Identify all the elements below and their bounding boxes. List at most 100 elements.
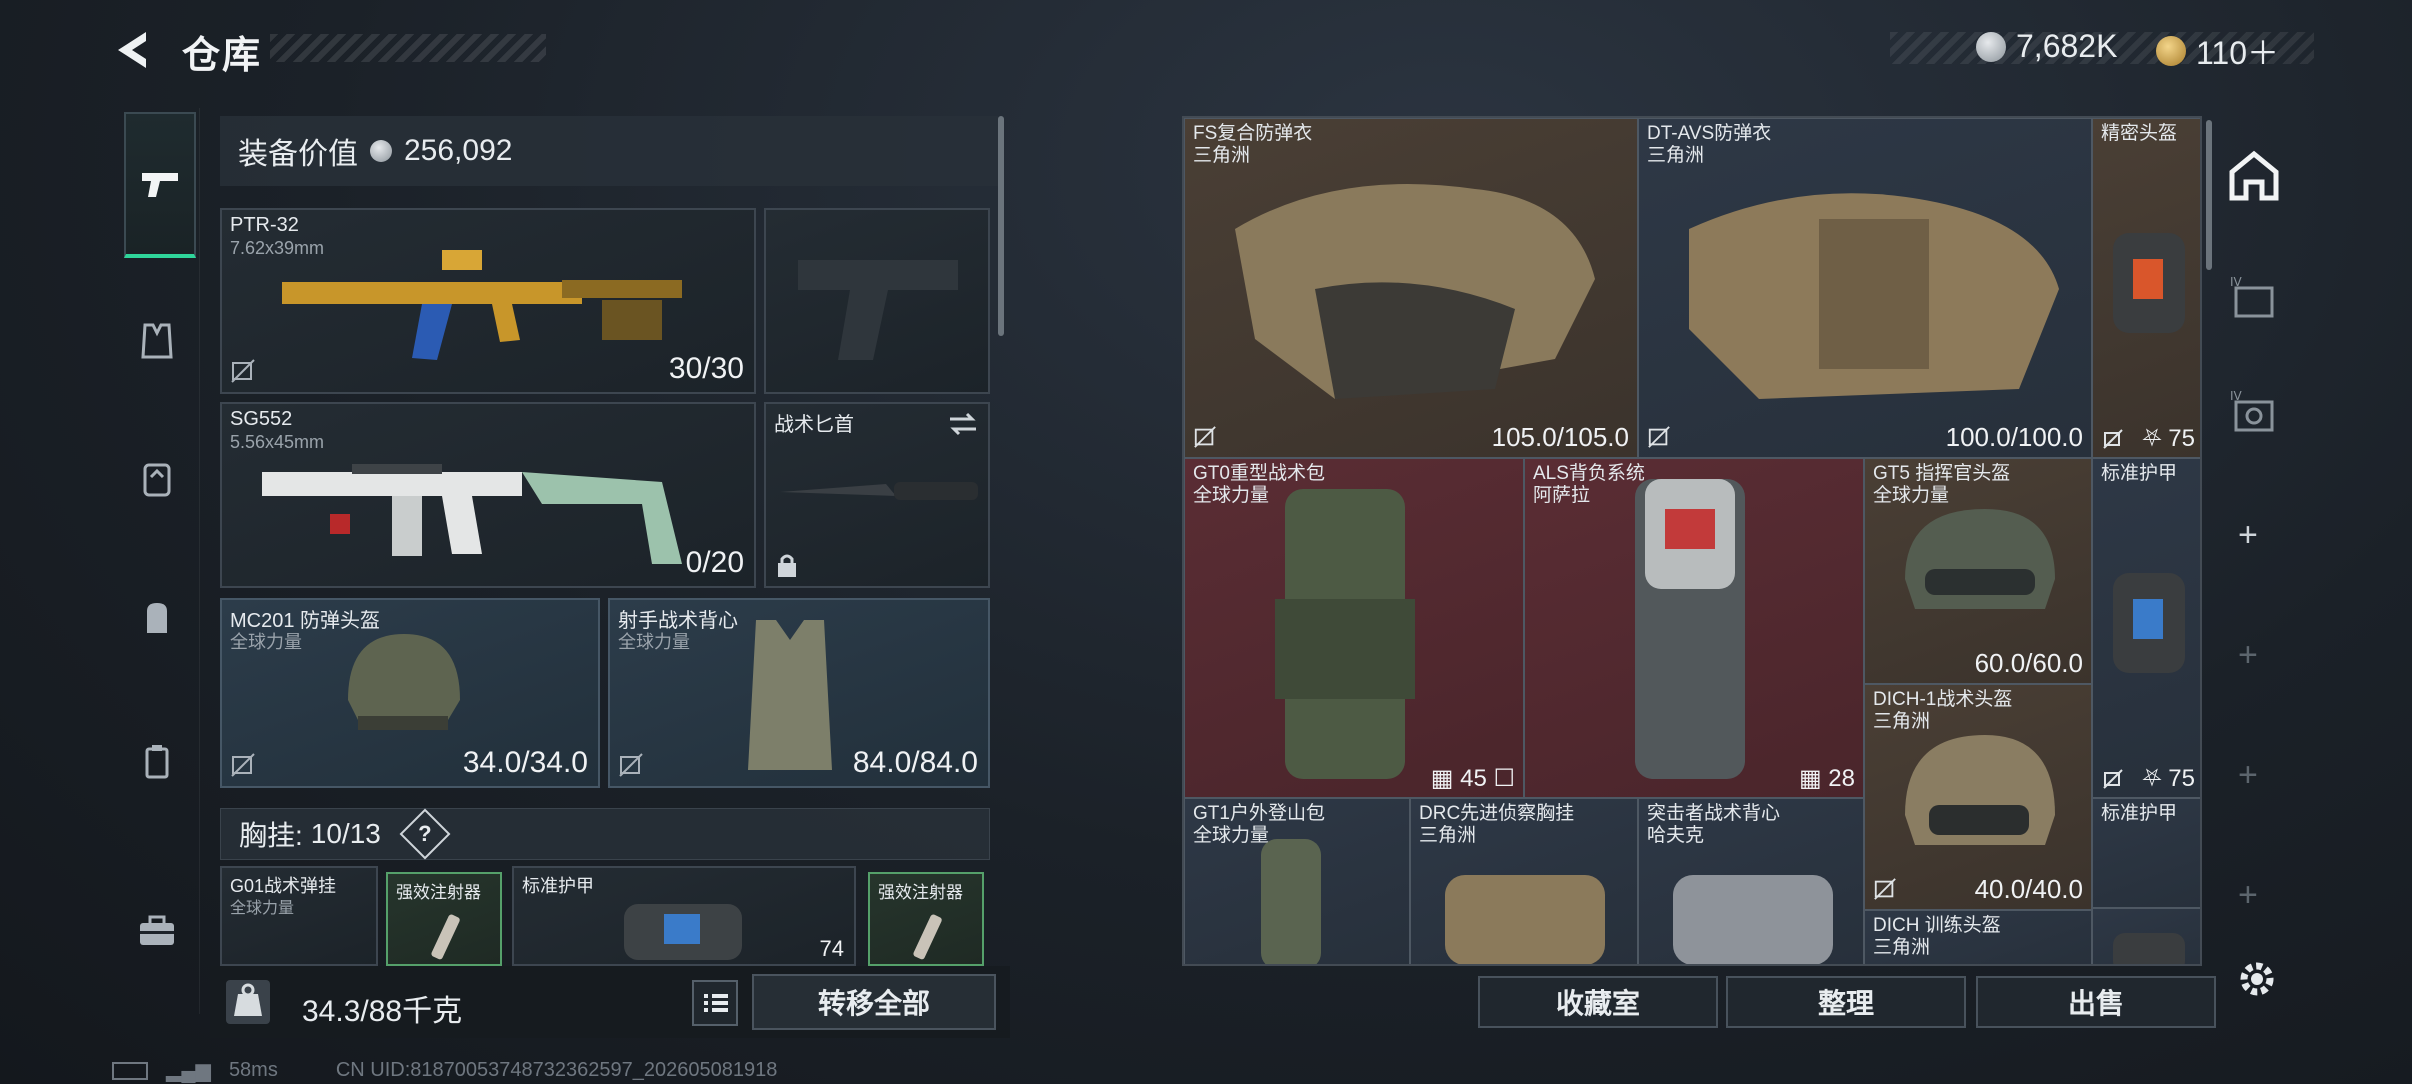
no-insure-icon xyxy=(2103,429,2123,449)
rig-item-name: 强效注射器 xyxy=(878,883,963,902)
equipment-value-bar: 装备价值 256,092 xyxy=(220,116,998,186)
silver-currency[interactable]: 7,682K xyxy=(1976,28,2117,65)
back-button[interactable] xyxy=(112,28,156,72)
rig-item[interactable]: G01战术弹挂 全球力量 xyxy=(220,866,378,966)
grid-item[interactable]: 精密头盔 ⛧ 75 xyxy=(2092,118,2200,458)
item-name: DICH 训练头盔 三角洲 xyxy=(1873,915,2001,958)
sell-button[interactable]: 出售 xyxy=(1976,976,2216,1028)
armor-image xyxy=(1689,193,2059,399)
storage-tabs: IV IV + + + + xyxy=(2212,116,2296,966)
status-bar: ▂▄▆ 58ms CN UID:81870053748732362597_202… xyxy=(112,1058,777,1083)
nav-rig[interactable] xyxy=(124,446,190,512)
armor-slot[interactable]: 射手战术背心 全球力量 84.0/84.0 xyxy=(608,598,990,788)
grid-item[interactable]: 标准护甲 ⛧ 75 xyxy=(2092,458,2200,798)
helmet-image xyxy=(1905,509,2055,609)
pistol-icon xyxy=(142,173,178,197)
signal-icon: ▂▄▆ xyxy=(166,1060,211,1082)
armor-image xyxy=(1235,184,1595,399)
no-insure-icon xyxy=(1648,426,1670,448)
helmet-slot[interactable]: MC201 防弹头盔 全球力量 34.0/34.0 xyxy=(220,598,600,788)
toolbox-icon xyxy=(140,915,174,945)
item-durability: 40.0/40.0 xyxy=(1974,874,2083,904)
helmet-faction: 全球力量 xyxy=(230,632,302,652)
warehouse-icon xyxy=(2229,150,2279,201)
shield-icon: ⛧ xyxy=(2142,765,2162,792)
gold-currency[interactable]: 110＋ xyxy=(2156,28,2279,74)
ping-text: 58ms xyxy=(228,1059,278,1081)
item-armor-level: ⛧ 75 xyxy=(2142,765,2195,792)
grid-item[interactable]: FS复合防弹衣 三角洲 105.0/105.0 xyxy=(1184,118,1638,458)
add-tab-icon[interactable]: + xyxy=(2238,516,2258,555)
grid-item[interactable]: DICH 训练头盔 三角洲 xyxy=(1864,910,2092,964)
weight-small-icon: ▦ xyxy=(1798,765,1822,792)
storage-box-icon: IV xyxy=(2230,389,2274,432)
no-insure-icon xyxy=(1194,426,1216,448)
grid-item[interactable]: DICH-1战术头盔 三角洲 40.0/40.0 xyxy=(1864,684,2092,910)
help-button[interactable]: ? xyxy=(399,808,451,860)
add-tab-icon[interactable]: + xyxy=(2238,876,2258,915)
title-decoration xyxy=(270,34,546,62)
battery-icon xyxy=(112,1061,148,1080)
shield-icon: ⛧ xyxy=(2142,425,2162,452)
page-title: 仓库 xyxy=(182,35,263,77)
item-durability: 105.0/105.0 xyxy=(1491,422,1629,452)
grid-item[interactable]: 突击者战术背心 哈夫克 xyxy=(1638,798,1864,964)
svg-text:IV: IV xyxy=(2230,275,2243,289)
pistol-slot[interactable] xyxy=(764,208,990,394)
storage-grid: FS复合防弹衣 三角洲 105.0/105.0 DT-AVS防弹衣 三角洲 100.… xyxy=(1182,116,2202,966)
list-view-button[interactable] xyxy=(692,980,738,1026)
swap-icon[interactable] xyxy=(948,412,978,436)
rig-item-name: 标准护甲 xyxy=(522,876,594,896)
transfer-all-button[interactable]: 转移全部 xyxy=(752,974,996,1030)
chest-rig-label: 胸挂: xyxy=(239,820,303,851)
armor-durability: 84.0/84.0 xyxy=(852,746,978,779)
grid-item[interactable]: DRC先进侦察胸挂 三角洲 xyxy=(1410,798,1638,964)
gear-icon xyxy=(2240,962,2274,996)
add-tab-icon[interactable]: + xyxy=(2238,636,2258,675)
grid-item[interactable]: GT0重型战术包 全球力量 ▦ 45 ☐ xyxy=(1184,458,1524,798)
item-name: 突击者战术背心 哈夫克 xyxy=(1647,803,1781,846)
uid-text: CN UID:81870053748732362597_202605081918 xyxy=(335,1059,778,1081)
loadout-scrollbar[interactable] xyxy=(998,116,1004,336)
collection-button[interactable]: 收藏室 xyxy=(1478,976,1718,1028)
equip-value: 256,092 xyxy=(404,134,513,167)
rig-icon xyxy=(143,463,171,497)
grid-item[interactable]: DT-AVS防弹衣 三角洲 100.0/100.0 xyxy=(1638,118,2092,458)
item-name: 标准护甲 xyxy=(2101,463,2178,484)
nav-case[interactable] xyxy=(124,728,190,794)
ammo-count: 30/30 xyxy=(668,352,744,385)
settings-button[interactable] xyxy=(2234,956,2280,1002)
grid-item[interactable]: GT5 指挥官头盔 全球力量 60.0/60.0 xyxy=(1864,458,2092,684)
melee-slot[interactable]: 战术匕首 xyxy=(764,402,990,588)
grid-item[interactable]: 标准护甲 xyxy=(2092,798,2200,908)
backpack-image xyxy=(1261,839,1321,964)
rifle-image xyxy=(282,250,682,360)
rifle-image xyxy=(262,464,682,564)
nav-backpack[interactable] xyxy=(124,584,190,650)
rig-item-name: 强效注射器 xyxy=(396,883,481,902)
nav-toolbox[interactable] xyxy=(124,898,190,964)
secondary-weapon-slot[interactable]: SG552 5.56x45mm 0/20 xyxy=(220,402,756,588)
tab-storage-2[interactable]: IV xyxy=(2226,272,2282,322)
melee-name: 战术匕首 xyxy=(774,414,854,436)
nav-armor[interactable] xyxy=(124,308,190,374)
grid-item[interactable]: GT1户外登山包 全球力量 xyxy=(1184,798,1410,964)
grid-item[interactable] xyxy=(2092,908,2200,964)
sort-button[interactable]: 整理 xyxy=(1726,976,1966,1028)
help-icon: ? xyxy=(418,820,432,846)
add-tab-icon[interactable]: + xyxy=(2238,756,2258,795)
rig-item[interactable]: 强效注射器 xyxy=(386,872,502,966)
rig-item[interactable]: 强效注射器 xyxy=(868,872,984,966)
silver-coin-icon xyxy=(370,140,392,162)
primary-weapon-slot[interactable]: PTR-32 7.62x39mm 30/30 xyxy=(220,208,756,394)
vest-icon xyxy=(141,323,173,359)
tab-storage-3[interactable]: IV xyxy=(2226,386,2282,436)
helmet-durability: 34.0/34.0 xyxy=(462,746,588,779)
item-name: DT-AVS防弹衣 三角洲 xyxy=(1647,123,1772,166)
rig-item[interactable]: 标准护甲 74 xyxy=(512,866,856,966)
item-capacity: ▦ 45 ☐ xyxy=(1430,765,1515,792)
nav-weapons[interactable] xyxy=(124,112,196,258)
grid-item[interactable]: ALS背负系统 阿萨拉 ▦ 28 xyxy=(1524,458,1864,798)
no-insure-icon xyxy=(231,753,255,777)
tab-main-storage[interactable] xyxy=(2226,148,2282,204)
